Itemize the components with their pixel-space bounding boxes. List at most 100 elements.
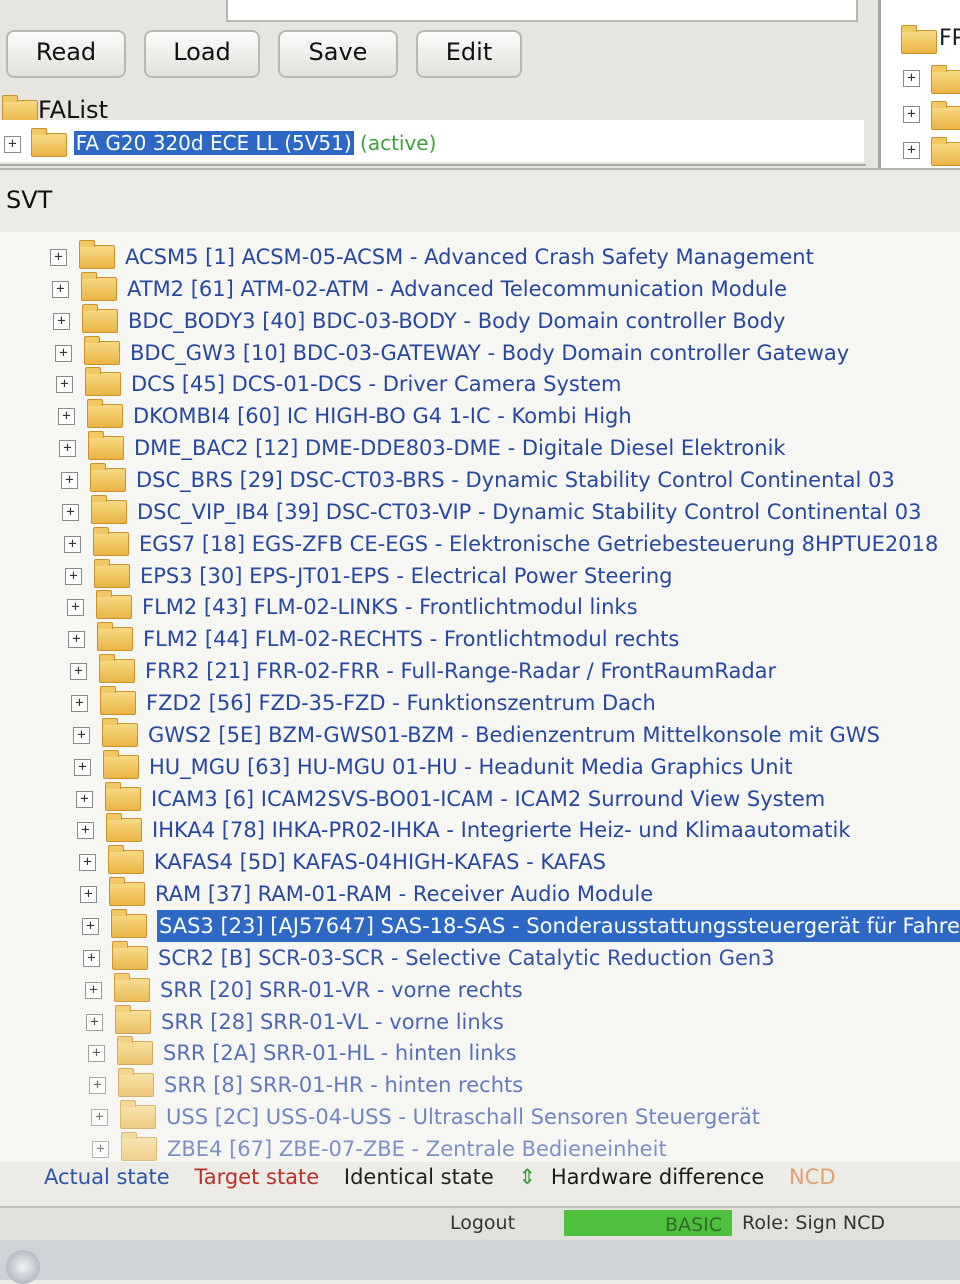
svt-tree-item[interactable]: + ICAM3 [6] ICAM2SVS-BO01-ICAM - ICAM2 Su… xyxy=(76,782,825,814)
folder-icon xyxy=(93,527,129,556)
logout-link[interactable]: Logout xyxy=(450,1208,515,1238)
divider xyxy=(0,168,960,170)
folder-icon xyxy=(901,25,937,54)
expand-icon[interactable]: + xyxy=(903,70,920,87)
svt-tree-item[interactable]: + FLM2 [43] FLM-02-LINKS - Frontlichtmodu… xyxy=(67,590,638,622)
expand-icon[interactable]: + xyxy=(74,758,91,776)
expand-icon[interactable]: + xyxy=(89,1076,106,1094)
folder-icon xyxy=(102,718,138,747)
svt-tree-item[interactable]: + SCR2 [B] SCR-03-SCR - Selective Catalyt… xyxy=(83,941,775,973)
svt-tree-item[interactable]: + HU_MGU [63] HU-MGU 01-HU - Headunit Med… xyxy=(74,750,793,782)
expand-icon[interactable]: + xyxy=(88,1044,105,1062)
svt-item-label: BDC_BODY3 [40] BDC-03-BODY - Body Domain… xyxy=(128,309,786,333)
svt-tree-item[interactable]: + DSC_VIP_IB4 [39] DSC-CT03-VIP - Dynamic… xyxy=(62,495,922,527)
falist-entry-status: (active) xyxy=(360,131,437,155)
fp-panel-title: FP xyxy=(939,26,960,51)
svt-tree-item[interactable]: + RAM [37] RAM-01-RAM - Receiver Audio Mo… xyxy=(80,877,653,909)
read-button[interactable]: Read xyxy=(6,30,126,78)
expand-icon[interactable]: + xyxy=(92,1140,109,1158)
svt-tree-item[interactable]: + USS [2C] USS-04-USS - Ultraschall Senso… xyxy=(91,1100,760,1132)
svt-tree-item[interactable]: + DKOMBI4 [60] IC HIGH-BO G4 1-IC - Kombi… xyxy=(58,399,632,431)
svt-tree-item[interactable]: + SRR [20] SRR-01-VR - vorne rechts xyxy=(85,973,523,1005)
folder-icon xyxy=(118,1068,154,1097)
svt-item-label: ZBE4 [67] ZBE-07-ZBE - Zentrale Bedienei… xyxy=(167,1137,667,1161)
expand-icon[interactable]: + xyxy=(83,949,100,967)
svt-tree-item[interactable]: + BDC_GW3 [10] BDC-03-GATEWAY - Body Doma… xyxy=(55,336,849,368)
svt-item-label: SCR2 [B] SCR-03-SCR - Selective Catalyti… xyxy=(158,946,775,970)
expand-icon[interactable]: + xyxy=(77,821,94,839)
expand-icon[interactable]: + xyxy=(903,106,920,123)
svt-tree-item[interactable]: + BDC_BODY3 [40] BDC-03-BODY - Body Domai… xyxy=(53,304,785,336)
expand-icon[interactable]: + xyxy=(86,1013,103,1031)
svt-tree-item[interactable]: + SRR [2A] SRR-01-HL - hinten links xyxy=(88,1036,517,1068)
top-text-field[interactable] xyxy=(226,0,858,22)
folder-icon xyxy=(84,336,120,365)
expand-icon[interactable]: + xyxy=(65,567,82,585)
svt-tree-item[interactable]: + SRR [28] SRR-01-VL - vorne links xyxy=(86,1005,504,1037)
expand-icon[interactable]: + xyxy=(85,981,102,999)
svt-tree-item[interactable]: + FLM2 [44] FLM-02-RECHTS - Frontlichtmod… xyxy=(68,622,679,654)
expand-icon[interactable]: + xyxy=(50,248,67,266)
svt-tree-item[interactable]: + DCS [45] DCS-01-DCS - Driver Camera Sys… xyxy=(56,367,621,399)
expand-icon[interactable]: + xyxy=(82,917,99,935)
falist-tree: + FA G20 320d ECE LL (5V51) (active) xyxy=(0,120,864,162)
expand-icon[interactable]: + xyxy=(70,662,87,680)
falist-entry[interactable]: + FA G20 320d ECE LL (5V51) (active) xyxy=(4,127,437,157)
folder-icon xyxy=(100,686,136,715)
svt-tree-item[interactable]: + SAS3 [23] [AJ57647] SAS-18-SAS - Sonder… xyxy=(82,909,960,942)
save-button[interactable]: Save xyxy=(278,30,398,78)
expand-icon[interactable]: + xyxy=(55,344,72,362)
expand-icon[interactable]: + xyxy=(64,535,81,553)
start-icon[interactable] xyxy=(6,1250,40,1284)
folder-icon xyxy=(96,590,132,619)
expand-icon[interactable]: + xyxy=(71,694,88,712)
svt-tree-item[interactable]: + ACSM5 [1] ACSM-05-ACSM - Advanced Crash… xyxy=(50,240,814,272)
svt-item-label: FLM2 [44] FLM-02-RECHTS - Frontlichtmodu… xyxy=(143,627,680,651)
svt-tree-item[interactable]: + FRR2 [21] FRR-02-FRR - Full-Range-Radar… xyxy=(70,654,776,686)
svt-tree[interactable]: + ACSM5 [1] ACSM-05-ACSM - Advanced Crash… xyxy=(0,232,960,1162)
expand-icon[interactable]: + xyxy=(903,142,920,159)
svt-item-label: FLM2 [43] FLM-02-LINKS - Frontlichtmodul… xyxy=(142,595,638,619)
svt-tree-item[interactable]: + DME_BAC2 [12] DME-DDE803-DME - Digitale… xyxy=(59,431,786,463)
hardware-difference-icon: ⇕ xyxy=(518,1165,537,1189)
svt-tree-item[interactable]: + KAFAS4 [5D] KAFAS-04HIGH-KAFAS - KAFAS xyxy=(79,845,606,877)
expand-icon[interactable]: + xyxy=(91,1108,108,1126)
svt-tree-item[interactable]: + EPS3 [30] EPS-JT01-EPS - Electrical Pow… xyxy=(65,559,672,591)
expand-icon[interactable]: + xyxy=(68,630,85,648)
svt-title: SVT xyxy=(6,186,53,214)
expand-icon[interactable]: + xyxy=(52,280,69,298)
folder-icon xyxy=(106,813,142,842)
folder-icon xyxy=(103,750,139,779)
folder-icon xyxy=(88,431,124,460)
svt-tree-item[interactable]: + DSC_BRS [29] DSC-CT03-BRS - Dynamic Sta… xyxy=(61,463,895,495)
expand-icon[interactable]: + xyxy=(4,136,21,153)
svt-item-label: EPS3 [30] EPS-JT01-EPS - Electrical Powe… xyxy=(140,564,673,588)
svt-tree-item[interactable]: + GWS2 [5E] BZM-GWS01-BZM - Bedienzentrum… xyxy=(73,718,880,750)
expand-icon[interactable]: + xyxy=(80,885,97,903)
falist-panel: FAList + FA G20 320d ECE LL (5V51) (acti… xyxy=(0,92,866,166)
folder-icon xyxy=(120,1100,156,1129)
folder-icon xyxy=(82,304,118,333)
load-button[interactable]: Load xyxy=(144,30,260,78)
svt-item-label: DKOMBI4 [60] IC HIGH-BO G4 1-IC - Kombi … xyxy=(133,404,632,428)
edit-button[interactable]: Edit xyxy=(416,30,522,78)
svt-tree-item[interactable]: + ATM2 [61] ATM-02-ATM - Advanced Telecom… xyxy=(52,272,787,304)
expand-icon[interactable]: + xyxy=(62,503,79,521)
expand-icon[interactable]: + xyxy=(67,598,84,616)
expand-icon[interactable]: + xyxy=(61,471,78,489)
folder-icon xyxy=(79,240,115,269)
svt-item-label: IHKA4 [78] IHKA-PR02-IHKA - Integrierte … xyxy=(152,818,851,842)
expand-icon[interactable]: + xyxy=(76,790,93,808)
svt-tree-item[interactable]: + SRR [8] SRR-01-HR - hinten rechts xyxy=(89,1068,523,1100)
expand-icon[interactable]: + xyxy=(58,407,75,425)
svt-tree-item[interactable]: + ZBE4 [67] ZBE-07-ZBE - Zentrale Bediene… xyxy=(92,1132,667,1162)
expand-icon[interactable]: + xyxy=(53,312,70,330)
expand-icon[interactable]: + xyxy=(59,439,76,457)
svt-tree-item[interactable]: + IHKA4 [78] IHKA-PR02-IHKA - Integrierte… xyxy=(77,813,851,845)
svt-item-label: FRR2 [21] FRR-02-FRR - Full-Range-Radar … xyxy=(145,659,777,683)
expand-icon[interactable]: + xyxy=(79,853,96,871)
svt-tree-item[interactable]: + EGS7 [18] EGS-ZFB CE-EGS - Elektronisch… xyxy=(64,527,938,559)
svt-tree-item[interactable]: + FZD2 [56] FZD-35-FZD - Funktionszentrum… xyxy=(71,686,656,718)
expand-icon[interactable]: + xyxy=(73,726,90,744)
expand-icon[interactable]: + xyxy=(56,375,73,393)
